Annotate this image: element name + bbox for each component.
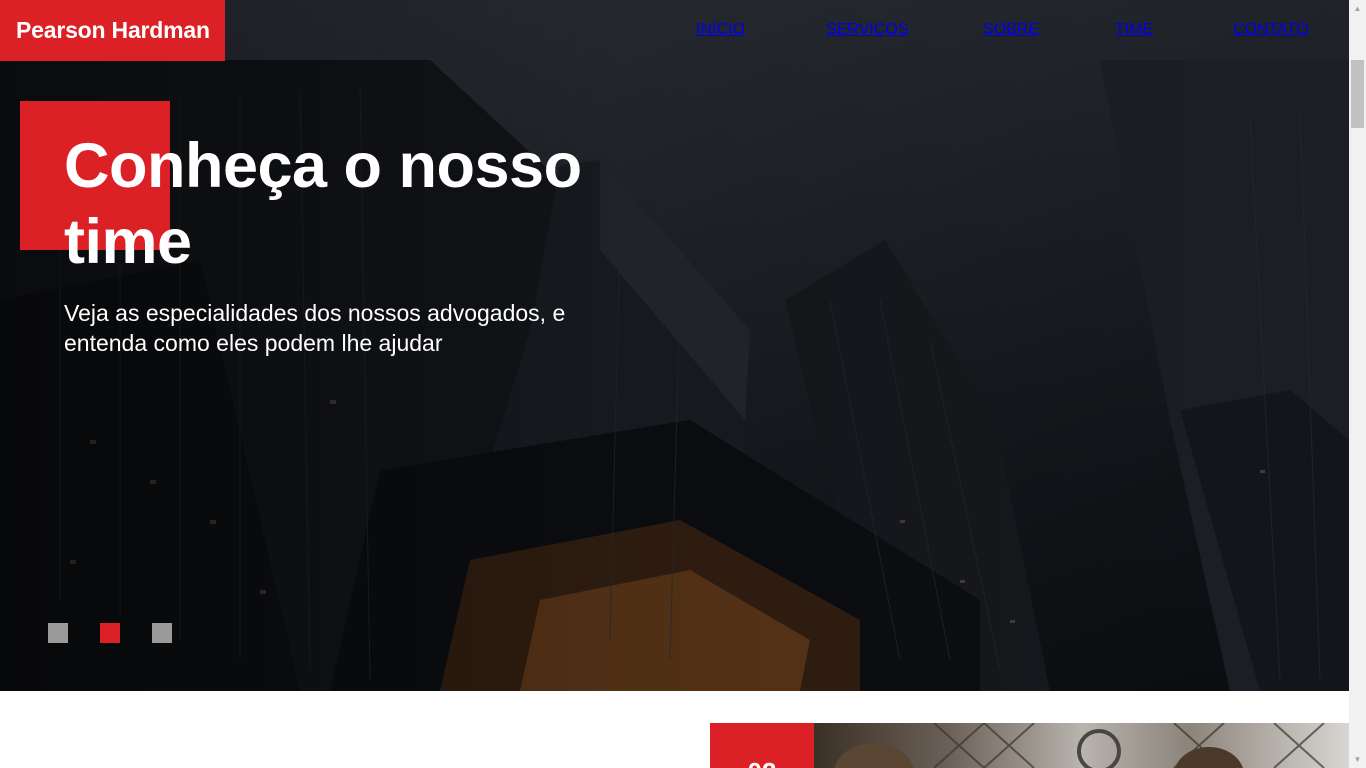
section-number-badge: 02 — [710, 723, 814, 768]
nav-item-time[interactable]: TIME — [1115, 21, 1153, 39]
nav-item-servicos[interactable]: SERVIÇOS — [826, 21, 908, 39]
brand-logo[interactable]: Pearson Hardman — [0, 0, 225, 61]
scroll-down-arrow-icon[interactable]: ▼ — [1349, 751, 1366, 768]
scrollbar-thumb[interactable] — [1351, 60, 1364, 128]
team-photo — [814, 723, 1349, 768]
nav-item-contato[interactable]: CONTATO — [1233, 21, 1309, 39]
nav-item-inicio[interactable]: INÍCIO — [696, 21, 745, 39]
nav-item-sobre[interactable]: SOBRE — [983, 21, 1039, 39]
slider-dot-3[interactable] — [152, 623, 172, 643]
hero-subtitle: Veja as especialidades dos nossos advoga… — [64, 300, 566, 356]
slider-dot-2[interactable] — [100, 623, 120, 643]
slider-dot-1[interactable] — [48, 623, 68, 643]
scroll-up-arrow-icon[interactable]: ▲ — [1349, 0, 1366, 17]
hero-title: Conheça o nosso time — [64, 131, 582, 277]
